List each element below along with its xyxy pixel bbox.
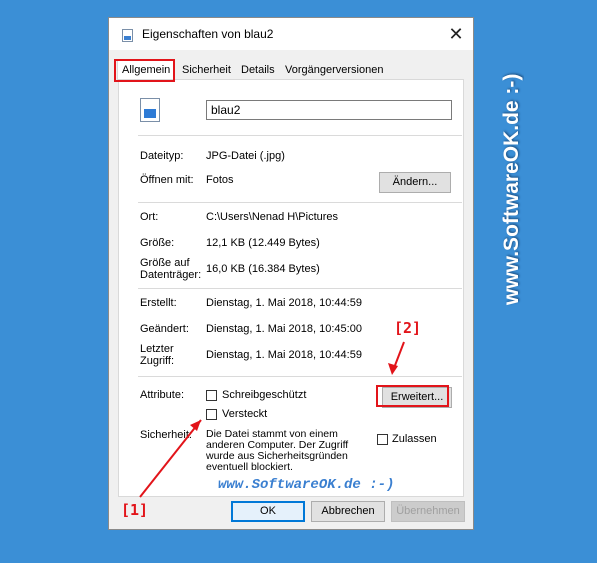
arrow-head-2 — [388, 363, 398, 375]
annotation-label-1: [1] — [121, 501, 149, 519]
watermark-horizontal: www.SoftwareOK.de :-) — [218, 477, 395, 493]
annotation-label-2: [2] — [394, 319, 422, 337]
arrow-line-1 — [139, 419, 202, 498]
arrow-head-1 — [190, 420, 201, 431]
arrow-line-2 — [393, 341, 405, 369]
